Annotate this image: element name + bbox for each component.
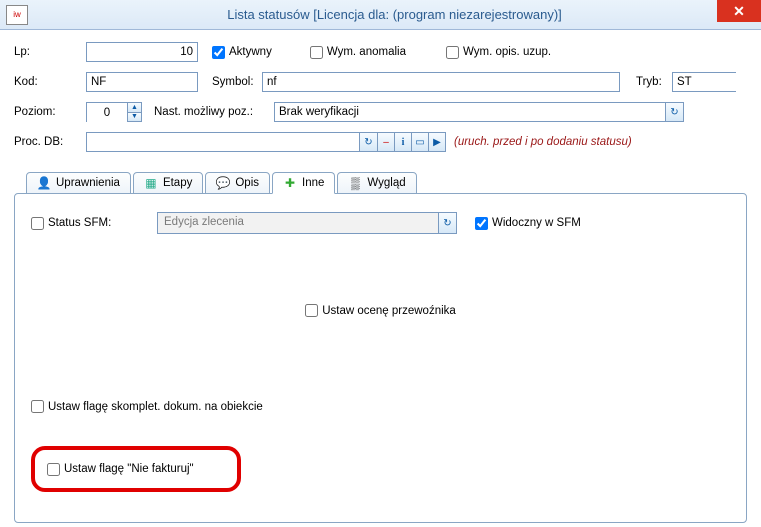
wym-opis-label: Wym. opis. uzup. [463,46,551,58]
nie-fakturuj-label: Ustaw flagę "Nie fakturuj" [64,463,194,475]
label-procdb: Proc. DB: [14,136,86,148]
lp-input[interactable] [86,42,198,62]
ustaw-ocena-check[interactable] [305,304,318,317]
tab-opis[interactable]: 💬 Opis [205,172,270,194]
status-sfm-value: Edycja zlecenia [158,213,438,233]
spin-up-icon[interactable]: ▲ [128,103,141,113]
procdb-note: (uruch. przed i po dodaniu statusu) [454,136,632,148]
row-status-sfm: Status SFM: Edycja zlecenia ↻ Widoczny w… [31,212,730,234]
procdb-dropdown-icon[interactable]: ↻ [359,133,377,151]
widoczny-label: Widoczny w SFM [492,217,581,229]
label-tryb: Tryb: [636,76,672,88]
tab-inne-label: Inne [302,177,324,189]
label-kod: Kod: [14,76,86,88]
checkbox-nie-fakturuj[interactable]: Ustaw flagę "Nie fakturuj" [47,463,194,476]
tab-wyglad[interactable]: ▒ Wygląd [337,172,416,194]
label-symbol: Symbol: [212,76,262,88]
window-title: Lista statusów [Licencja dla: (program n… [28,7,761,22]
checkbox-status-sfm[interactable]: Status SFM: [31,217,157,230]
checkbox-widoczny-sfm[interactable]: Widoczny w SFM [475,217,581,230]
nast-combo[interactable]: ↻ [274,102,684,122]
status-sfm-check[interactable] [31,217,44,230]
row-lp: Lp: Aktywny Wym. anomalia Wym. opis. uzu… [14,40,747,64]
tab-uprawnienia[interactable]: 👤 Uprawnienia [26,172,131,194]
tab-etapy-label: Etapy [163,177,192,189]
poziom-value[interactable] [87,103,127,123]
tab-inne[interactable]: ✚ Inne [272,172,335,194]
run-icon[interactable]: ▶ [428,132,446,152]
tab-etapy[interactable]: ▦ Etapy [133,172,203,194]
procdb-toolbar: – i ▭ ▶ [378,132,446,152]
row-ustaw-ocena: Ustaw ocenę przewoźnika [31,304,730,320]
checkbox-wym-opis[interactable]: Wym. opis. uzup. [446,46,551,59]
form-area: Lp: Aktywny Wym. anomalia Wym. opis. uzu… [0,30,761,523]
spin-down-icon[interactable]: ▼ [128,113,141,122]
row-kod: Kod: Symbol: Tryb: ↻ [14,70,747,94]
ustaw-ocena-label: Ustaw ocenę przewoźnika [322,305,456,317]
steps-icon: ▦ [144,176,158,190]
wym-anom-label: Wym. anomalia [327,46,406,58]
label-lp: Lp: [14,46,86,58]
tryb-combo[interactable]: ↻ [672,72,736,92]
poziom-spinner[interactable]: ▲▼ [86,102,142,122]
tryb-value[interactable] [673,73,761,91]
grid-icon: ▒ [348,176,362,190]
nie-fakturuj-check[interactable] [47,463,60,476]
row-ustaw-skomplet: Ustaw flagę skomplet. dokum. na obiekcie [31,400,730,413]
ustaw-skom-label: Ustaw flagę skomplet. dokum. na obiekcie [48,401,263,413]
symbol-input[interactable] [262,72,620,92]
wym-anom-check[interactable] [310,46,323,59]
highlight-nie-fakturuj: Ustaw flagę "Nie fakturuj" [31,446,241,492]
aktywny-label: Aktywny [229,46,272,58]
status-sfm-label: Status SFM: [48,217,111,229]
row-poziom: Poziom: ▲▼ Nast. możliwy poz.: ↻ [14,100,747,124]
nast-value[interactable] [275,103,665,121]
wym-opis-check[interactable] [446,46,459,59]
kod-input[interactable] [86,72,198,92]
delete-icon[interactable]: – [377,132,395,152]
label-poziom: Poziom: [14,106,86,118]
close-button[interactable]: ✕ [717,0,761,22]
tab-opis-label: Opis [235,177,259,189]
bubble-icon: 💬 [216,176,230,190]
checkbox-ustaw-skomplet[interactable]: Ustaw flagę skomplet. dokum. na obiekcie [31,400,263,413]
status-sfm-combo[interactable]: Edycja zlecenia ↻ [157,212,457,234]
tab-wyglad-label: Wygląd [367,177,405,189]
row-procdb: Proc. DB: ↻ – i ▭ ▶ (uruch. przed i po d… [14,130,747,154]
tabs: 👤Uprawnienia ▦Etapy 💬Opis ✚Inne ▒Wygląd … [14,172,747,523]
procdb-input[interactable]: ↻ [86,132,378,152]
status-sfm-dropdown-icon[interactable]: ↻ [438,213,456,233]
puzzle-icon: ✚ [283,176,297,190]
ustaw-skom-check[interactable] [31,400,44,413]
aktywny-check[interactable] [212,46,225,59]
nast-dropdown-icon[interactable]: ↻ [665,103,683,121]
user-icon: 👤 [37,176,51,190]
tab-uprawnienia-label: Uprawnienia [56,177,120,189]
info-icon[interactable]: i [394,132,412,152]
checkbox-ustaw-ocena[interactable]: Ustaw ocenę przewoźnika [305,304,456,317]
checkbox-aktywny[interactable]: Aktywny [212,46,272,59]
titlebar: iw Lista statusów [Licencja dla: (progra… [0,0,761,30]
page-icon[interactable]: ▭ [411,132,429,152]
tab-body-inne: Status SFM: Edycja zlecenia ↻ Widoczny w… [14,193,747,523]
app-icon: iw [6,5,28,25]
procdb-value[interactable] [87,133,359,151]
checkbox-wym-anomalia[interactable]: Wym. anomalia [310,46,406,59]
tabstrip: 👤 Uprawnienia ▦ Etapy 💬 Opis ✚ Inne ▒ Wygląd [14,172,747,194]
label-nast: Nast. możliwy poz.: [154,106,274,118]
widoczny-check[interactable] [475,217,488,230]
